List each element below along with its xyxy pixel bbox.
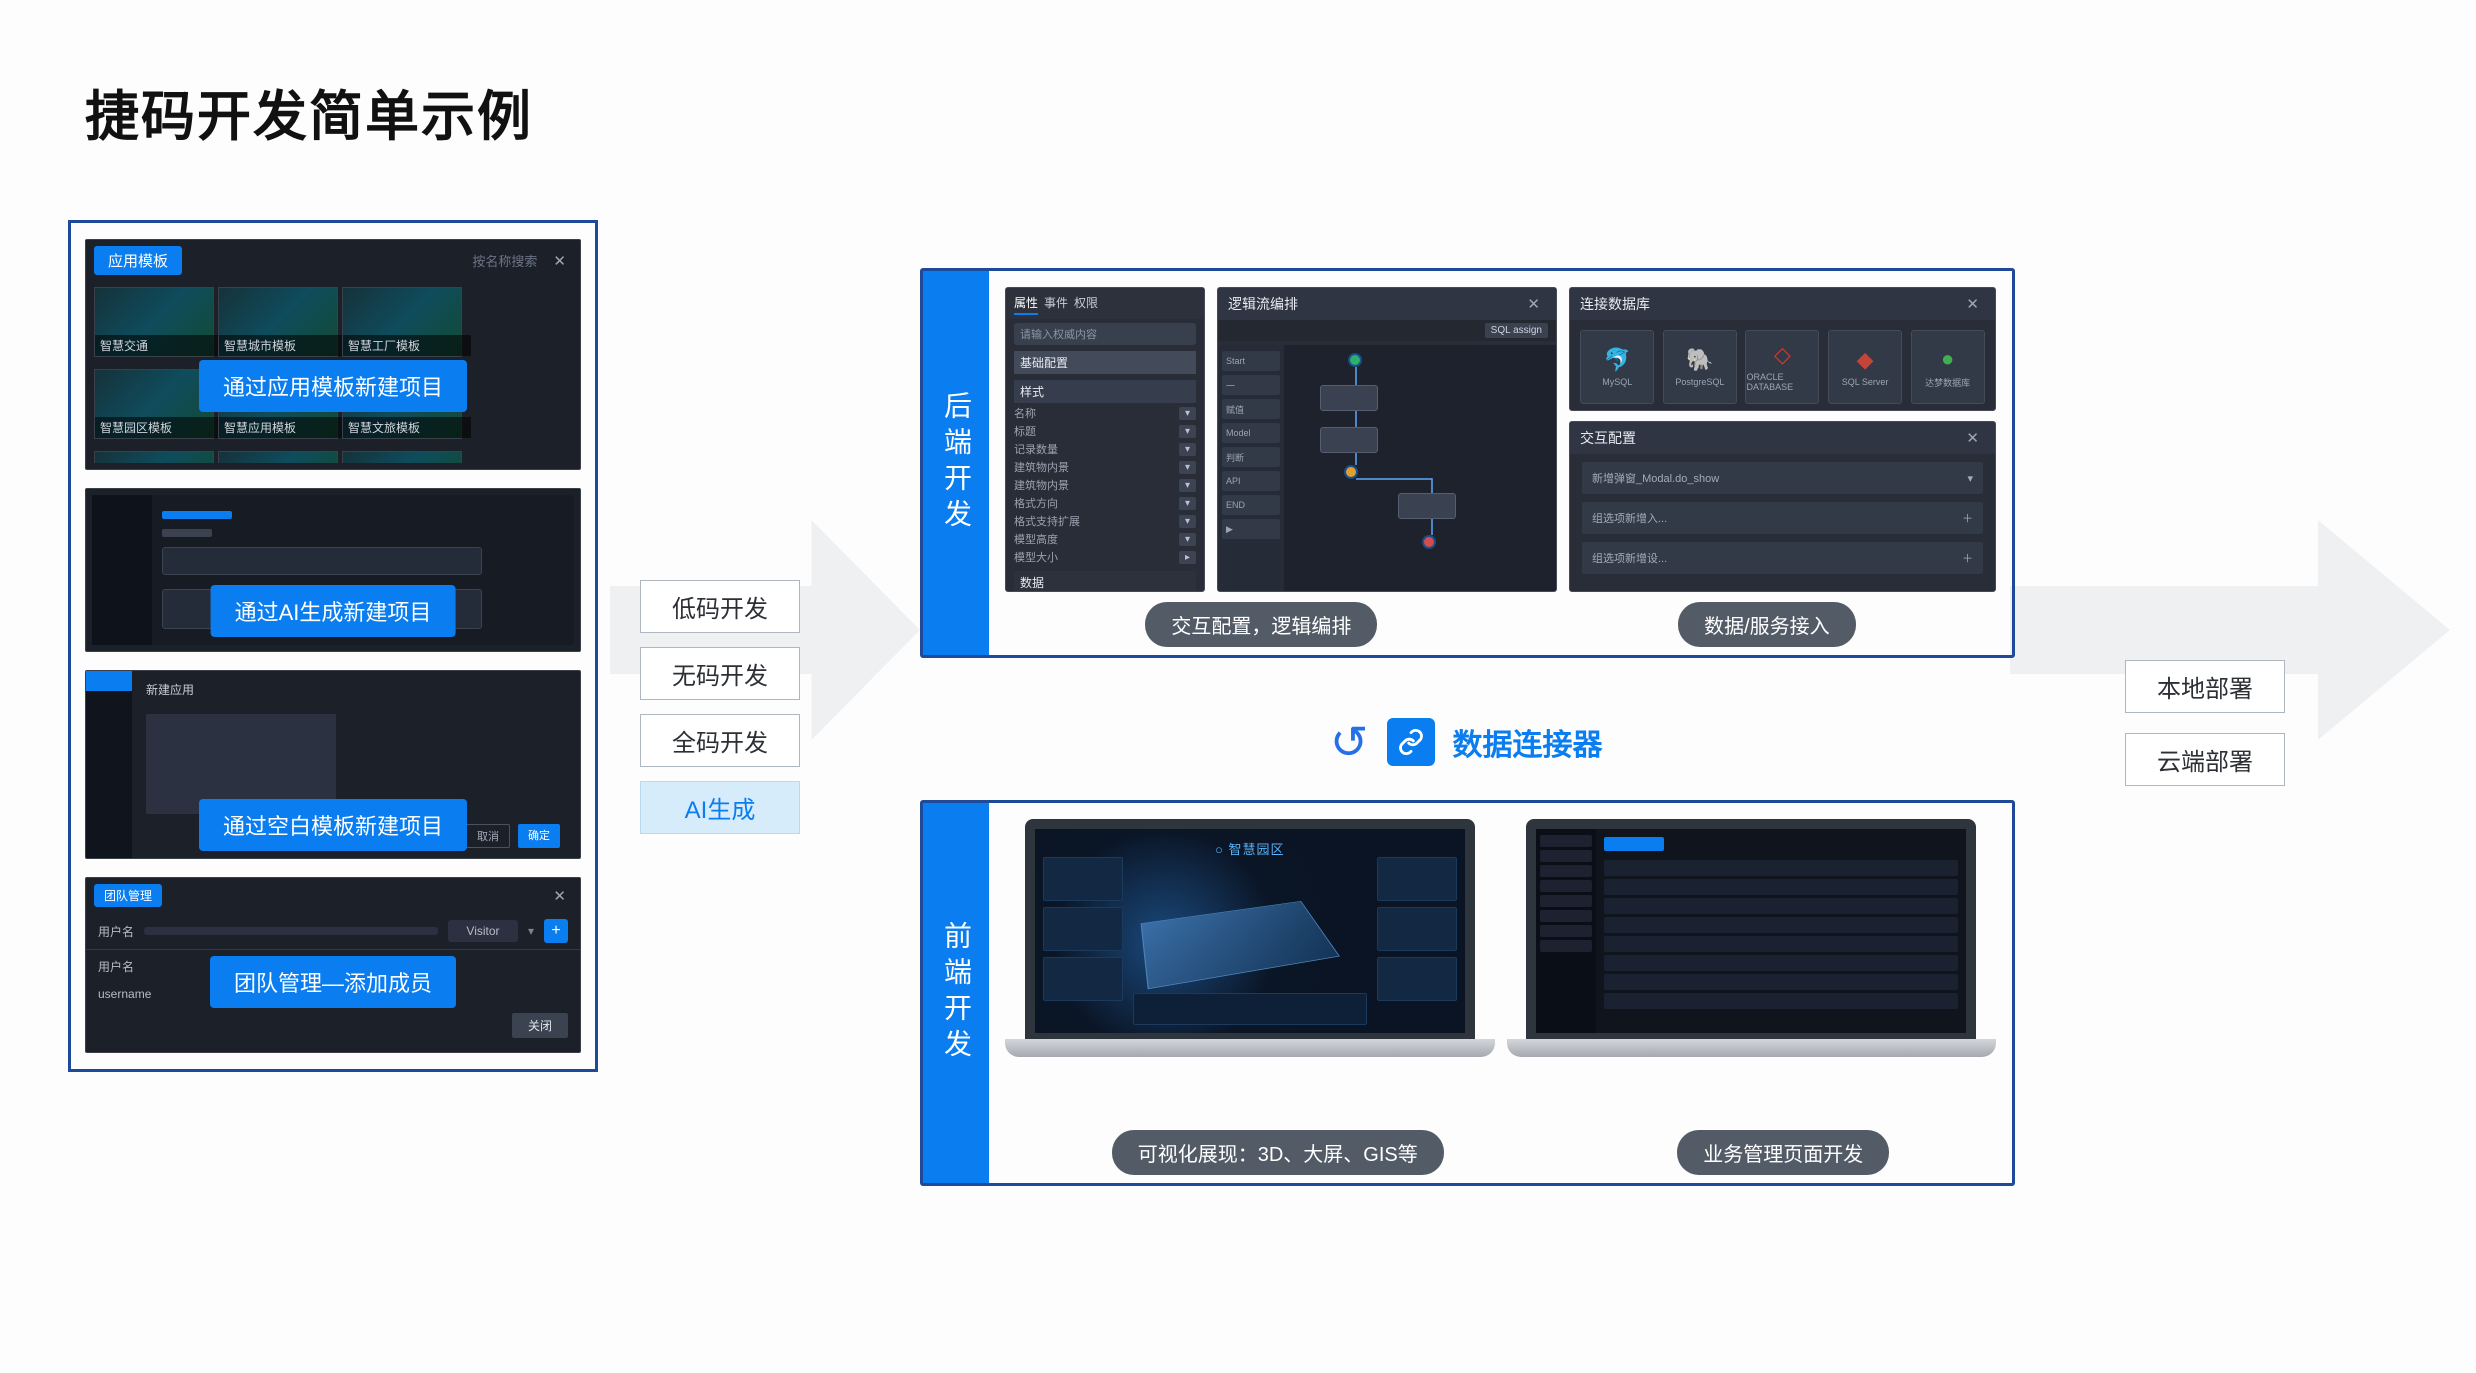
templates-overlay-label: 通过应用模板新建项目 [199, 360, 467, 412]
close-icon[interactable]: ✕ [1960, 429, 1985, 447]
backend-pill-2: 数据/服务接入 [1678, 602, 1856, 647]
db-panel: 连接数据库 ✕ 🐬MySQL 🐘PostgreSQL ◇ORACLE DATAB… [1569, 287, 1996, 411]
deploy-local[interactable]: 本地部署 [2125, 660, 2285, 713]
blank-panel: 新建应用 取消 确定 通过空白模板新建项目 [85, 670, 581, 859]
config-search[interactable]: 请输入权威内容 [1014, 323, 1196, 345]
left-column: 应用模板 按名称搜索 ✕ 通过应用模板新建项目 [68, 220, 598, 1072]
dash-title: ○ 智慧园区 [1215, 839, 1284, 858]
interact-title: 交互配置 [1580, 428, 1636, 448]
deploy-cloud[interactable]: 云端部署 [2125, 733, 2285, 786]
config-panel: 属性 事件 权限 请输入权威内容 基础配置 样式 名称▾ 标题▾ 记录数量▾ 建… [1005, 287, 1205, 592]
cancel-button[interactable]: 取消 [466, 824, 510, 848]
template-thumb[interactable] [218, 451, 338, 463]
sync-icon: ↻ [1330, 732, 1369, 753]
option-fullcode[interactable]: 全码开发 [640, 714, 800, 767]
frontend-block: 前端开发 ○ 智慧园区 [920, 800, 2015, 1186]
template-thumb[interactable] [94, 451, 214, 463]
db-title: 连接数据库 [1580, 294, 1650, 314]
db-dameng[interactable]: ●达梦数据库 [1911, 330, 1985, 404]
ai-gen-overlay-label: 通过AI生成新建项目 [211, 585, 456, 637]
option-nocode[interactable]: 无码开发 [640, 647, 800, 700]
team-header-chip: 团队管理 [94, 884, 162, 907]
frontend-pill-2: 业务管理页面开发 [1677, 1130, 1889, 1175]
new-app-label: 新建应用 [146, 681, 566, 698]
close-icon[interactable]: ✕ [1521, 295, 1546, 313]
team-panel: 团队管理 ✕ 用户名 Visitor ▾ + 用户名 操作 username 关… [85, 877, 581, 1053]
flow-canvas[interactable]: Start 一 赋值 Model 判断 API END ▶ [1218, 345, 1556, 592]
laptop-dashboard: ○ 智慧园区 [1005, 819, 1495, 1120]
db-oracle[interactable]: ◇ORACLE DATABASE [1745, 330, 1819, 404]
connector-text: 数据连接器 [1453, 720, 1603, 764]
dev-options: 低码开发 无码开发 全码开发 AI生成 [640, 580, 800, 834]
config-footer: 数据 [1014, 571, 1196, 592]
frontend-tab: 前端开发 [923, 803, 989, 1183]
deploy-options: 本地部署 云端部署 [2125, 660, 2285, 786]
flow-tag: SQL assign [1485, 323, 1548, 338]
db-sqlserver[interactable]: ◆SQL Server [1828, 330, 1902, 404]
template-thumb[interactable] [94, 369, 214, 439]
flow-title: 逻辑流编排 [1228, 294, 1298, 314]
team-overlay-label: 团队管理—添加成员 [210, 956, 456, 1008]
db-mysql[interactable]: 🐬MySQL [1580, 330, 1654, 404]
db-postgres[interactable]: 🐘PostgreSQL [1663, 330, 1737, 404]
laptop-table [1507, 819, 1997, 1120]
data-connector: ↻ 数据连接器 [1330, 718, 1603, 766]
backend-block: 后端开发 属性 事件 权限 请输入权威内容 基础配置 样式 名称▾ 标题▾ 记录… [920, 268, 2015, 658]
config-sec2: 样式 [1014, 380, 1196, 403]
frontend-pill-1: 可视化展现：3D、大屏、GIS等 [1112, 1130, 1444, 1175]
config-sec1: 基础配置 [1014, 351, 1196, 374]
template-thumb[interactable] [218, 287, 338, 357]
close-icon[interactable]: ✕ [1960, 295, 1985, 313]
tab-event[interactable]: 事件 [1044, 294, 1068, 315]
backend-tab: 后端开发 [923, 271, 989, 655]
tab-attr[interactable]: 属性 [1014, 294, 1038, 315]
templates-panel: 应用模板 按名称搜索 ✕ 通过应用模板新建项目 [85, 239, 581, 470]
template-thumb[interactable] [342, 287, 462, 357]
link-icon [1387, 718, 1435, 766]
template-search[interactable]: 按名称搜索 [472, 251, 537, 270]
option-aigen[interactable]: AI生成 [640, 781, 800, 834]
close-icon[interactable]: ✕ [547, 887, 572, 905]
flow-panel: 逻辑流编排 ✕ SQL assign Start 一 赋值 Model 判断 A… [1217, 287, 1557, 592]
user-label: 用户名 [98, 923, 134, 940]
template-thumb[interactable] [342, 451, 462, 463]
ai-gen-panel: 通过AI生成新建项目 [85, 488, 581, 652]
interact-panel: 交互配置 ✕ 新增弹窗_Modal.do_show▾ 组选项新增入...＋ 组选… [1569, 421, 1996, 592]
template-thumb[interactable] [94, 287, 214, 357]
blank-overlay-label: 通过空白模板新建项目 [199, 799, 467, 851]
tab-auth[interactable]: 权限 [1074, 294, 1098, 315]
add-user-button[interactable]: + [544, 919, 568, 943]
backend-pill-1: 交互配置，逻辑编排 [1145, 602, 1377, 647]
ok-button[interactable]: 确定 [518, 824, 560, 848]
templates-chip: 应用模板 [94, 246, 182, 275]
close-icon[interactable]: ✕ [547, 252, 572, 270]
page-title: 捷码开发简单示例 [85, 72, 533, 151]
team-close-button[interactable]: 关闭 [512, 1013, 568, 1038]
option-lowcode[interactable]: 低码开发 [640, 580, 800, 633]
role-select[interactable]: Visitor [448, 920, 518, 942]
